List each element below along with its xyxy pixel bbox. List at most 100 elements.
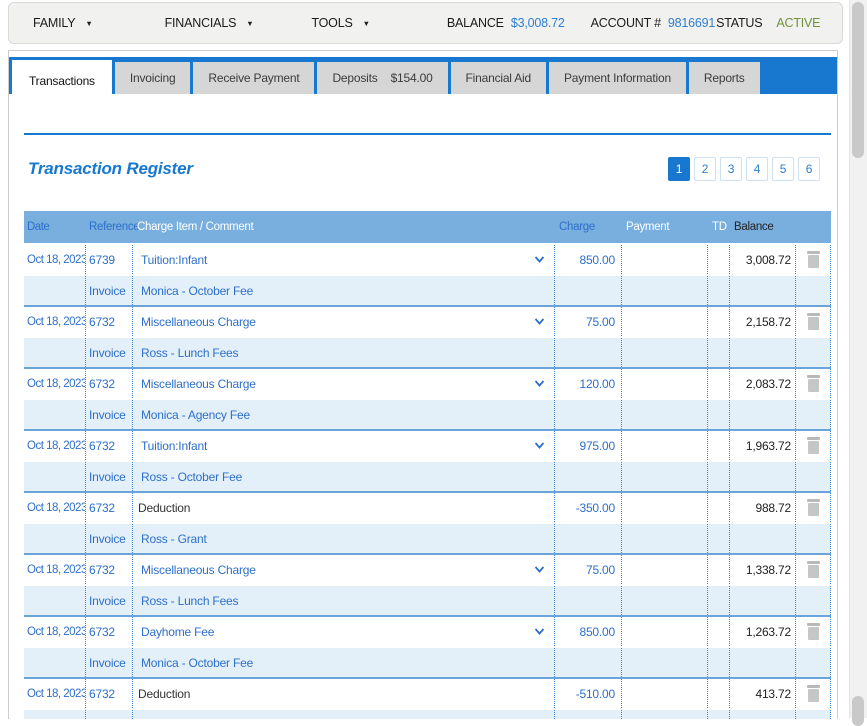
td-cell bbox=[708, 307, 730, 336]
vertical-scrollbar[interactable] bbox=[849, 0, 867, 726]
charge-cell: -510.00 bbox=[555, 679, 622, 708]
tab-financial-aid[interactable]: Financial Aid bbox=[450, 62, 546, 94]
td-cell bbox=[708, 400, 730, 429]
charge-cell bbox=[555, 586, 622, 615]
transaction-group: Oct 18, 2023 6732 Miscellaneous Charge 75.0… bbox=[24, 305, 831, 367]
comment-text: Ross - Lunch Fees bbox=[141, 593, 239, 608]
menu-tools[interactable]: TOOLS ▼ bbox=[311, 16, 370, 30]
status-badge: ACTIVE bbox=[776, 16, 821, 30]
transaction-row: Oct 18, 2023 6732 Miscellaneous Charge 75.0… bbox=[24, 555, 831, 584]
delete-button[interactable] bbox=[806, 251, 821, 268]
balance-cell: 1,963.72 bbox=[730, 431, 796, 460]
scrollbar-thumb[interactable] bbox=[852, 2, 864, 158]
tab-transactions[interactable]: Transactions bbox=[12, 60, 112, 101]
actions-cell bbox=[796, 276, 831, 305]
tab-label: Invoicing bbox=[129, 71, 176, 85]
transaction-group: Oct 18, 2023 6732 Dayhome Fee 850.00 1,263.7… bbox=[24, 615, 831, 677]
payment-cell bbox=[622, 369, 708, 398]
chevron-down-icon: ▼ bbox=[246, 18, 254, 28]
delete-button[interactable] bbox=[806, 437, 821, 454]
tab-label: Transactions bbox=[29, 73, 95, 88]
trash-icon bbox=[807, 689, 819, 702]
charge-cell: 75.00 bbox=[555, 307, 622, 336]
tab-reports[interactable]: Reports bbox=[688, 62, 760, 94]
invoice-comment-row: Invoice Ross - Lunch Fees bbox=[24, 584, 831, 615]
date-cell bbox=[24, 462, 86, 491]
date-cell bbox=[24, 586, 86, 615]
account-label: ACCOUNT # bbox=[590, 16, 661, 30]
date-cell bbox=[24, 400, 86, 429]
actions-cell bbox=[796, 493, 831, 522]
header-charge-item: Charge Item / Comment bbox=[137, 221, 254, 233]
scrollbar-thumb-bottom[interactable] bbox=[852, 696, 864, 726]
charge-cell: 850.00 bbox=[555, 245, 622, 274]
invoice-comment-row: Invoice Monica - Agency Fee bbox=[24, 398, 831, 429]
page-button-1[interactable]: 1 bbox=[668, 157, 690, 181]
status-label: STATUS bbox=[716, 16, 763, 30]
comment-cell: Ross - Lunch Fees bbox=[133, 586, 555, 615]
page-title: Transaction Register bbox=[28, 159, 193, 178]
charge-item-cell: Tuition:Infant bbox=[133, 431, 555, 460]
page-button-4[interactable]: 4 bbox=[746, 157, 768, 181]
charge-item-select[interactable]: Miscellaneous Charge bbox=[133, 315, 554, 329]
delete-button[interactable] bbox=[806, 375, 821, 392]
td-cell bbox=[708, 555, 730, 584]
account-number: 9816691 bbox=[667, 16, 716, 30]
page-button-2[interactable]: 2 bbox=[694, 157, 716, 181]
menu-financials[interactable]: FINANCIALS ▼ bbox=[165, 16, 254, 30]
charge-item-select[interactable]: Dayhome Fee bbox=[133, 625, 554, 639]
tab-invoicing[interactable]: Invoicing bbox=[114, 62, 191, 94]
charge-item-select[interactable]: Tuition:Infant bbox=[133, 253, 554, 267]
td-cell bbox=[708, 276, 730, 305]
actions-cell bbox=[796, 307, 831, 336]
delete-button[interactable] bbox=[806, 685, 821, 702]
charge-cell bbox=[555, 276, 622, 305]
delete-button[interactable] bbox=[806, 313, 821, 330]
delete-button[interactable] bbox=[806, 623, 821, 640]
invoice-type-cell: Invoice bbox=[86, 586, 133, 615]
actions-cell bbox=[796, 400, 831, 429]
tab-label: Reports bbox=[703, 71, 745, 85]
transaction-row: Oct 18, 2023 6732 Dayhome Fee 850.00 1,263.7… bbox=[24, 617, 831, 646]
td-cell bbox=[708, 586, 730, 615]
page-button-5[interactable]: 5 bbox=[772, 157, 794, 181]
page-button-3[interactable]: 3 bbox=[720, 157, 742, 181]
balance-cell bbox=[730, 338, 796, 367]
chevron-down-icon bbox=[534, 566, 545, 573]
payment-cell bbox=[622, 524, 708, 553]
tab-deposits[interactable]: Deposits $154.00 bbox=[317, 62, 448, 94]
tab-payment-information[interactable]: Payment Information bbox=[549, 62, 686, 94]
td-cell bbox=[708, 369, 730, 398]
trash-icon bbox=[807, 565, 819, 578]
actions-cell bbox=[796, 617, 831, 646]
transaction-table-body: Oct 18, 2023 6739 Tuition:Infant 850.00 3,00… bbox=[24, 243, 831, 719]
payment-cell bbox=[622, 307, 708, 336]
date-cell bbox=[24, 648, 86, 677]
charge-item-cell: Dayhome Fee bbox=[133, 617, 555, 646]
charge-cell bbox=[555, 400, 622, 429]
charge-cell bbox=[555, 648, 622, 677]
charge-cell bbox=[555, 524, 622, 553]
tab-receive-payment[interactable]: Receive Payment bbox=[193, 62, 315, 94]
charge-cell bbox=[555, 462, 622, 491]
invoice-type-cell: Invoice bbox=[86, 524, 133, 553]
reference-cell: 6732 bbox=[86, 617, 133, 646]
actions-cell bbox=[796, 245, 831, 274]
charge-item-text: Deduction bbox=[138, 686, 191, 701]
charge-item-text: Deduction bbox=[138, 500, 191, 515]
divider-line bbox=[24, 133, 831, 135]
menu-financials-label: FINANCIALS bbox=[164, 16, 237, 30]
menu-family[interactable]: FAMILY ▼ bbox=[33, 16, 93, 30]
balance-cell bbox=[730, 276, 796, 305]
date-cell: Oct 18, 2023 bbox=[24, 307, 86, 336]
reference-cell: 6732 bbox=[86, 307, 133, 336]
charge-item-select[interactable]: Miscellaneous Charge bbox=[133, 377, 554, 391]
charge-item-select[interactable]: Miscellaneous Charge bbox=[133, 563, 554, 577]
page-button-6[interactable]: 6 bbox=[798, 157, 820, 181]
charge-item-select[interactable]: Tuition:Infant bbox=[133, 439, 554, 453]
delete-button[interactable] bbox=[806, 499, 821, 516]
delete-button[interactable] bbox=[806, 561, 821, 578]
charge-item-cell: Deduction bbox=[133, 493, 555, 522]
reference-cell: 6732 bbox=[86, 555, 133, 584]
balance-cell: 1,338.72 bbox=[730, 555, 796, 584]
